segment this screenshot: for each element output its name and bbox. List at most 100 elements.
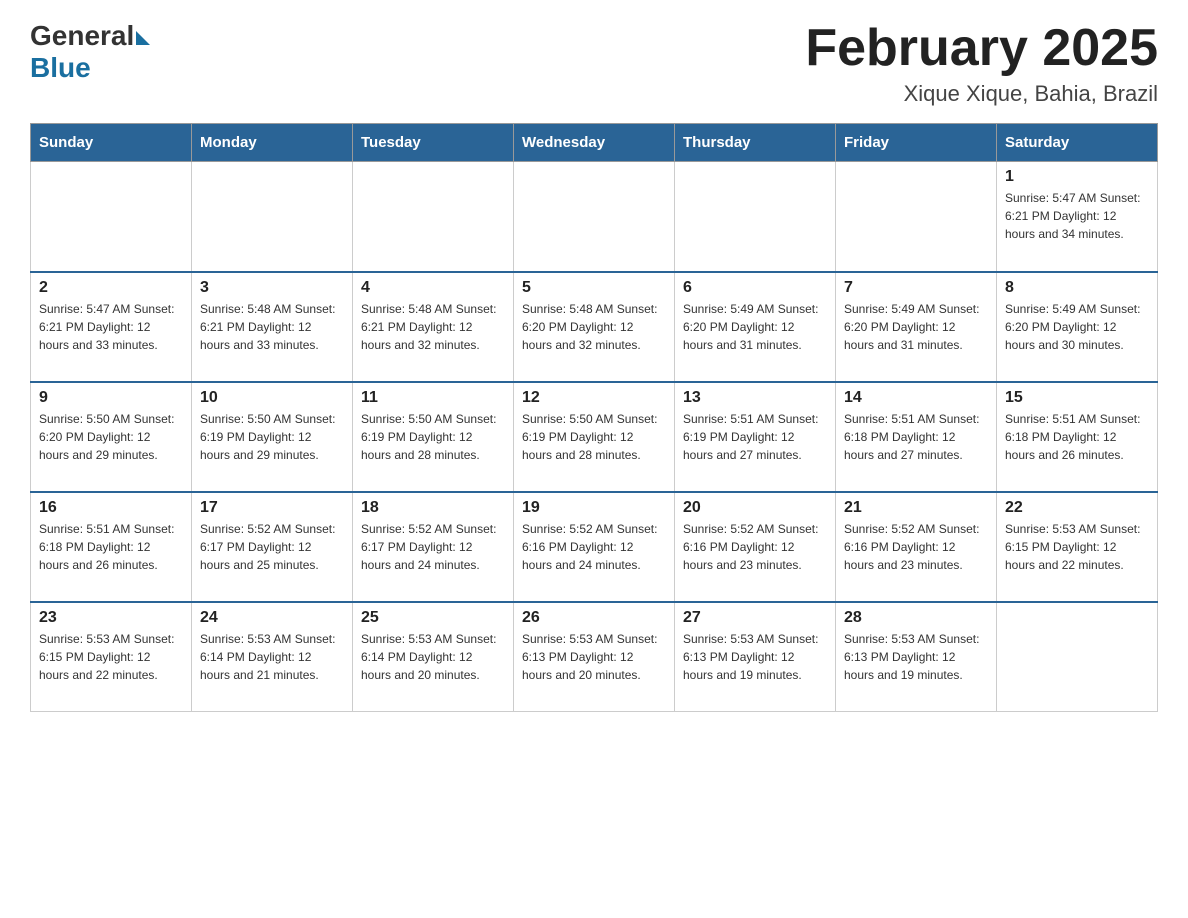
calendar-week-row: 2Sunrise: 5:47 AM Sunset: 6:21 PM Daylig… — [31, 272, 1158, 382]
calendar-cell: 9 Sunrise: 5:50 AM Sunset: 6:20 PM Daylig… — [31, 382, 192, 492]
calendar-cell: 24 Sunrise: 5:53 AM Sunset: 6:14 PM Dayli… — [192, 602, 353, 712]
day-info: Sunrise: 5:51 AM Sunset: 6:18 PM Dayligh… — [39, 520, 183, 574]
day-number: 7 — [844, 279, 988, 297]
calendar-cell: 14 Sunrise: 5:51 AM Sunset: 6:18 PM Dayli… — [836, 382, 997, 492]
day-info: Sunrise: 5:52 AM Sunset: 6:16 PM Dayligh… — [844, 520, 988, 574]
day-info: Sunrise: 5:52 AM Sunset: 6:17 PM Dayligh… — [200, 520, 344, 574]
month-title: February 2025 — [805, 20, 1158, 77]
logo-general-text: General — [30, 20, 134, 52]
logo-blue-text: Blue — [30, 52, 91, 84]
day-number: 13 — [683, 389, 827, 407]
title-section: February 2025 Xique Xique, Bahia, Brazil — [805, 20, 1158, 107]
location-text: Xique Xique, Bahia, Brazil — [805, 81, 1158, 107]
day-info: Sunrise: 5:53 AM Sunset: 6:13 PM Dayligh… — [522, 630, 666, 684]
calendar-week-row: 9 Sunrise: 5:50 AM Sunset: 6:20 PM Daylig… — [31, 382, 1158, 492]
day-info: Sunrise: 5:51 AM Sunset: 6:19 PM Dayligh… — [683, 410, 827, 464]
day-number: 23 — [39, 609, 183, 627]
day-number: 17 — [200, 499, 344, 517]
calendar-table: SundayMondayTuesdayWednesdayThursdayFrid… — [30, 123, 1158, 712]
calendar-cell: 11 Sunrise: 5:50 AM Sunset: 6:19 PM Dayli… — [353, 382, 514, 492]
day-info: Sunrise: 5:50 AM Sunset: 6:19 PM Dayligh… — [361, 410, 505, 464]
calendar-cell: 20Sunrise: 5:52 AM Sunset: 6:16 PM Dayli… — [675, 492, 836, 602]
day-info: Sunrise: 5:52 AM Sunset: 6:17 PM Dayligh… — [361, 520, 505, 574]
calendar-cell — [353, 162, 514, 272]
day-number: 4 — [361, 279, 505, 297]
calendar-cell: 22Sunrise: 5:53 AM Sunset: 6:15 PM Dayli… — [997, 492, 1158, 602]
day-number: 15 — [1005, 389, 1149, 407]
calendar-cell: 8 Sunrise: 5:49 AM Sunset: 6:20 PM Daylig… — [997, 272, 1158, 382]
day-number: 26 — [522, 609, 666, 627]
calendar-cell: 3 Sunrise: 5:48 AM Sunset: 6:21 PM Daylig… — [192, 272, 353, 382]
day-of-week-header: Saturday — [997, 124, 1158, 162]
day-number: 22 — [1005, 499, 1149, 517]
calendar-cell: 21 Sunrise: 5:52 AM Sunset: 6:16 PM Dayli… — [836, 492, 997, 602]
day-number: 10 — [200, 389, 344, 407]
day-info: Sunrise: 5:50 AM Sunset: 6:20 PM Dayligh… — [39, 410, 183, 464]
page-header: General Blue February 2025 Xique Xique, … — [30, 20, 1158, 107]
day-number: 18 — [361, 499, 505, 517]
day-of-week-header: Wednesday — [514, 124, 675, 162]
day-info: Sunrise: 5:52 AM Sunset: 6:16 PM Dayligh… — [683, 520, 827, 574]
day-of-week-header: Tuesday — [353, 124, 514, 162]
calendar-cell: 16 Sunrise: 5:51 AM Sunset: 6:18 PM Dayli… — [31, 492, 192, 602]
calendar-cell: 4 Sunrise: 5:48 AM Sunset: 6:21 PM Daylig… — [353, 272, 514, 382]
calendar-cell: 2Sunrise: 5:47 AM Sunset: 6:21 PM Daylig… — [31, 272, 192, 382]
day-number: 8 — [1005, 279, 1149, 297]
day-info: Sunrise: 5:50 AM Sunset: 6:19 PM Dayligh… — [200, 410, 344, 464]
day-info: Sunrise: 5:53 AM Sunset: 6:14 PM Dayligh… — [361, 630, 505, 684]
calendar-cell: 12 Sunrise: 5:50 AM Sunset: 6:19 PM Dayli… — [514, 382, 675, 492]
calendar-cell: 13 Sunrise: 5:51 AM Sunset: 6:19 PM Dayli… — [675, 382, 836, 492]
day-info: Sunrise: 5:53 AM Sunset: 6:15 PM Dayligh… — [39, 630, 183, 684]
calendar-cell: 28 Sunrise: 5:53 AM Sunset: 6:13 PM Dayli… — [836, 602, 997, 712]
day-info: Sunrise: 5:49 AM Sunset: 6:20 PM Dayligh… — [1005, 300, 1149, 354]
calendar-cell: 7 Sunrise: 5:49 AM Sunset: 6:20 PM Daylig… — [836, 272, 997, 382]
calendar-cell — [836, 162, 997, 272]
day-number: 12 — [522, 389, 666, 407]
day-info: Sunrise: 5:48 AM Sunset: 6:21 PM Dayligh… — [361, 300, 505, 354]
day-of-week-header: Sunday — [31, 124, 192, 162]
day-info: Sunrise: 5:49 AM Sunset: 6:20 PM Dayligh… — [683, 300, 827, 354]
day-of-week-header: Friday — [836, 124, 997, 162]
day-info: Sunrise: 5:48 AM Sunset: 6:21 PM Dayligh… — [200, 300, 344, 354]
calendar-cell — [997, 602, 1158, 712]
calendar-cell: 18 Sunrise: 5:52 AM Sunset: 6:17 PM Dayli… — [353, 492, 514, 602]
day-info: Sunrise: 5:51 AM Sunset: 6:18 PM Dayligh… — [844, 410, 988, 464]
day-number: 24 — [200, 609, 344, 627]
calendar-week-row: 1Sunrise: 5:47 AM Sunset: 6:21 PM Daylig… — [31, 162, 1158, 272]
calendar-week-row: 16 Sunrise: 5:51 AM Sunset: 6:18 PM Dayli… — [31, 492, 1158, 602]
day-number: 3 — [200, 279, 344, 297]
day-of-week-header: Thursday — [675, 124, 836, 162]
logo: General Blue — [30, 20, 150, 84]
calendar-cell: 1Sunrise: 5:47 AM Sunset: 6:21 PM Daylig… — [997, 162, 1158, 272]
calendar-week-row: 23 Sunrise: 5:53 AM Sunset: 6:15 PM Dayli… — [31, 602, 1158, 712]
day-number: 5 — [522, 279, 666, 297]
day-info: Sunrise: 5:47 AM Sunset: 6:21 PM Dayligh… — [39, 300, 183, 354]
calendar-header-row: SundayMondayTuesdayWednesdayThursdayFrid… — [31, 124, 1158, 162]
calendar-cell: 19Sunrise: 5:52 AM Sunset: 6:16 PM Dayli… — [514, 492, 675, 602]
day-number: 25 — [361, 609, 505, 627]
day-number: 16 — [39, 499, 183, 517]
day-info: Sunrise: 5:48 AM Sunset: 6:20 PM Dayligh… — [522, 300, 666, 354]
day-of-week-header: Monday — [192, 124, 353, 162]
calendar-cell: 5 Sunrise: 5:48 AM Sunset: 6:20 PM Daylig… — [514, 272, 675, 382]
calendar-cell — [31, 162, 192, 272]
day-number: 6 — [683, 279, 827, 297]
day-info: Sunrise: 5:49 AM Sunset: 6:20 PM Dayligh… — [844, 300, 988, 354]
calendar-cell: 23 Sunrise: 5:53 AM Sunset: 6:15 PM Dayli… — [31, 602, 192, 712]
calendar-cell: 26 Sunrise: 5:53 AM Sunset: 6:13 PM Dayli… — [514, 602, 675, 712]
day-number: 19 — [522, 499, 666, 517]
day-info: Sunrise: 5:53 AM Sunset: 6:13 PM Dayligh… — [683, 630, 827, 684]
day-info: Sunrise: 5:53 AM Sunset: 6:14 PM Dayligh… — [200, 630, 344, 684]
day-info: Sunrise: 5:50 AM Sunset: 6:19 PM Dayligh… — [522, 410, 666, 464]
day-number: 27 — [683, 609, 827, 627]
day-number: 9 — [39, 389, 183, 407]
day-info: Sunrise: 5:53 AM Sunset: 6:13 PM Dayligh… — [844, 630, 988, 684]
calendar-cell — [675, 162, 836, 272]
calendar-cell: 6 Sunrise: 5:49 AM Sunset: 6:20 PM Daylig… — [675, 272, 836, 382]
day-number: 14 — [844, 389, 988, 407]
day-info: Sunrise: 5:47 AM Sunset: 6:21 PM Dayligh… — [1005, 189, 1149, 243]
day-number: 21 — [844, 499, 988, 517]
day-number: 11 — [361, 389, 505, 407]
logo-arrow-icon — [136, 31, 150, 45]
day-number: 28 — [844, 609, 988, 627]
